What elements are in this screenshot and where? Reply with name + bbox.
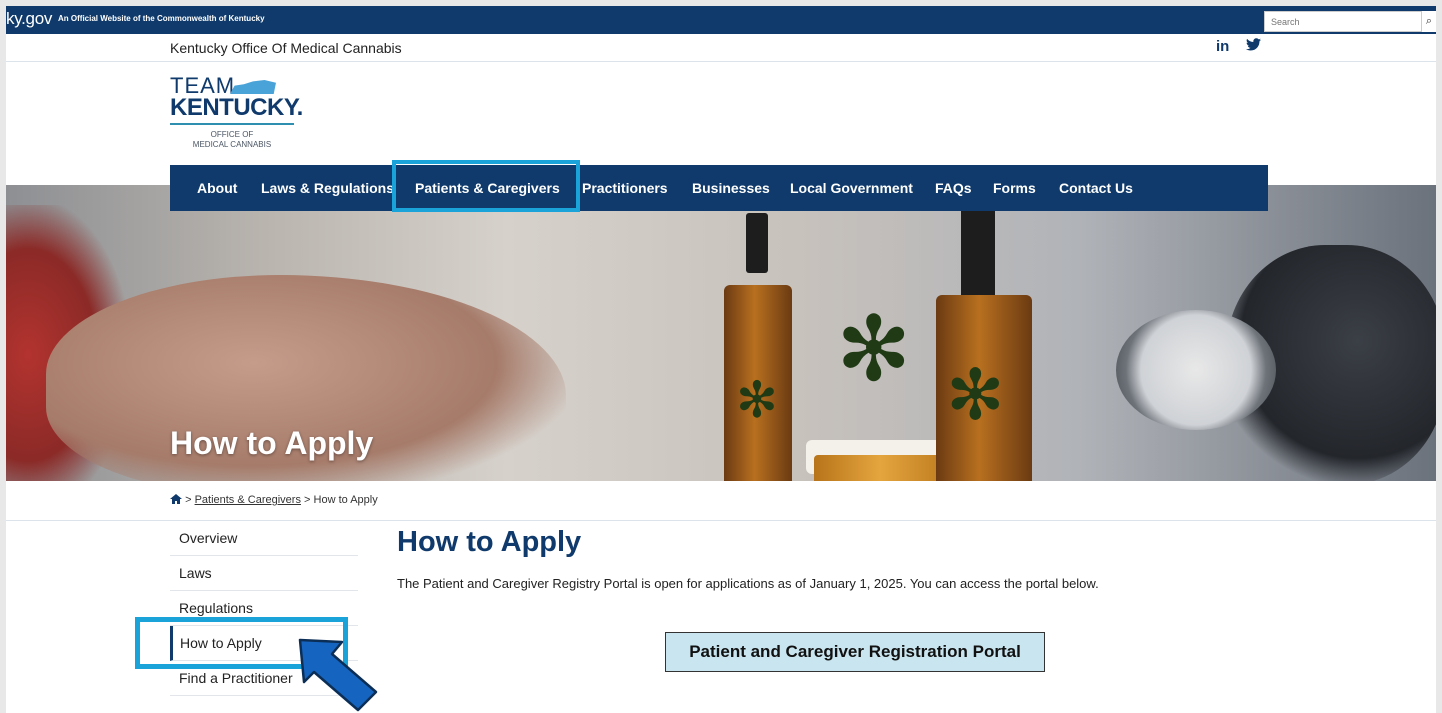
breadcrumb-link-patients-caregivers[interactable]: Patients & Caregivers xyxy=(195,494,301,506)
cannabis-leaf-icon: ✻ xyxy=(736,372,778,428)
nav-highlight-box xyxy=(392,160,580,212)
nav-item-laws-regulations[interactable]: Laws & Regulations xyxy=(261,180,394,196)
logo-office-line1: OFFICE OF xyxy=(210,130,254,139)
state-header-bar: ky.gov An Official Website of the Common… xyxy=(6,6,1436,34)
search-icon[interactable]: ⌕ xyxy=(1422,11,1436,32)
breadcrumb-current: How to Apply xyxy=(313,494,378,506)
hero-bg-gauge xyxy=(1116,310,1276,430)
nav-item-contact-us[interactable]: Contact Us xyxy=(1059,180,1133,196)
registration-portal-button[interactable]: Patient and Caregiver Registration Porta… xyxy=(665,632,1045,672)
intro-text: The Patient and Caregiver Registry Porta… xyxy=(397,576,1099,591)
hero-bottle-dropper-large xyxy=(961,205,995,300)
cannabis-leaf-icon: ✻ xyxy=(836,300,912,400)
nav-item-forms[interactable]: Forms xyxy=(993,180,1036,196)
nav-item-businesses[interactable]: Businesses xyxy=(692,180,770,196)
nav-item-faqs[interactable]: FAQs xyxy=(935,180,972,196)
home-icon[interactable] xyxy=(170,494,182,504)
search-input[interactable] xyxy=(1264,11,1422,32)
hero-title: How to Apply xyxy=(170,425,374,461)
logo-rule xyxy=(170,123,294,125)
logo-office-line2: MEDICAL CANNABIS xyxy=(192,140,272,149)
ky-gov-logo[interactable]: ky.gov xyxy=(6,9,52,29)
page-title: How to Apply xyxy=(397,526,582,558)
breadcrumb-separator: > xyxy=(185,494,192,506)
site-title-bar: Kentucky Office Of Medical Cannabis in xyxy=(6,34,1436,62)
breadcrumb-separator: > xyxy=(304,494,311,506)
sidebar-item-overview[interactable]: Overview xyxy=(170,521,358,556)
breadcrumb: > Patients & Caregivers > How to Apply xyxy=(170,494,378,506)
cannabis-leaf-icon: ✻ xyxy=(946,356,1005,434)
team-kentucky-logo[interactable]: TEAM KENTUCKY. OFFICE OF MEDICAL CANNABI… xyxy=(170,75,303,150)
hero-banner: ✻ ✻ ✻ How to Apply xyxy=(6,185,1436,481)
linkedin-icon[interactable]: in xyxy=(1216,38,1229,55)
twitter-icon[interactable] xyxy=(1245,38,1261,55)
pointer-arrow-icon xyxy=(298,638,378,712)
official-website-notice: An Official Website of the Commonwealth … xyxy=(58,14,265,23)
office-name[interactable]: Kentucky Office Of Medical Cannabis xyxy=(170,40,402,56)
nav-item-local-government[interactable]: Local Government xyxy=(790,180,913,196)
hero-bottle-dropper xyxy=(746,213,768,273)
nav-item-about[interactable]: About xyxy=(197,180,237,196)
main-navigation: About Laws & Regulations Patients & Care… xyxy=(170,160,1268,212)
logo-kentucky-text: KENTUCKY. xyxy=(170,94,303,121)
social-links: in xyxy=(1216,38,1273,55)
nav-item-practitioners[interactable]: Practitioners xyxy=(582,180,668,196)
sidebar-item-laws[interactable]: Laws xyxy=(170,556,358,591)
